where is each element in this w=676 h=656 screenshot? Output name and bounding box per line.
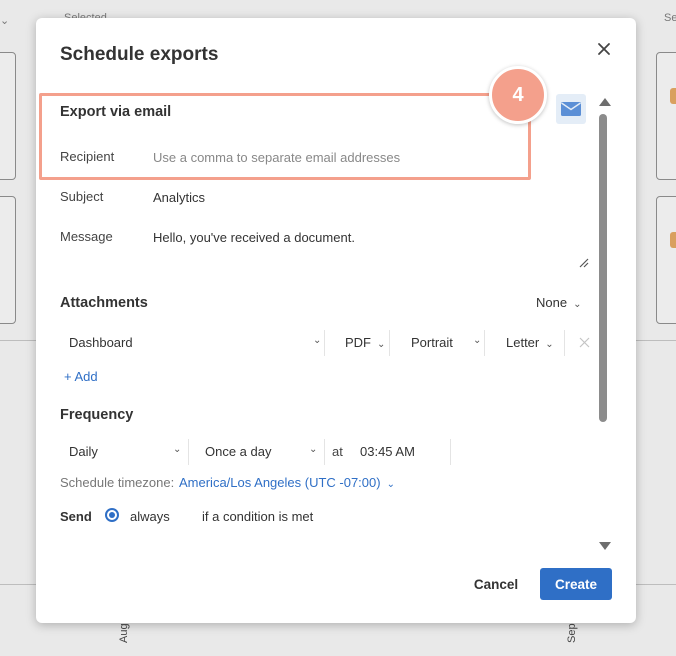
attachments-title: Attachments: [60, 295, 148, 311]
send-condition-option[interactable]: if a condition is met: [202, 509, 313, 524]
scroll-up-arrow[interactable]: [599, 98, 611, 106]
frequency-period-select[interactable]: Daily ⌄: [69, 444, 181, 459]
envelope-icon: [561, 102, 581, 116]
close-icon: [598, 43, 610, 55]
message-textarea[interactable]: Hello, you've received a document.: [153, 230, 355, 245]
attachment-type-select[interactable]: Dashboard ⌄: [69, 335, 322, 350]
radio-selected-dot: [109, 512, 115, 518]
bg-card: [656, 52, 676, 180]
divider: [389, 330, 390, 356]
chevron-down-icon: ⌄: [377, 339, 386, 350]
at-label: at: [332, 444, 343, 459]
scroll-down-arrow[interactable]: [599, 542, 611, 550]
timezone-value: America/Los Angeles (UTC -07:00): [179, 475, 381, 490]
cancel-button[interactable]: Cancel: [460, 568, 532, 600]
email-export-toggle[interactable]: [556, 94, 586, 124]
remove-attachment-icon[interactable]: [579, 337, 590, 348]
subject-label: Subject: [60, 189, 104, 204]
divider: [484, 330, 485, 356]
chevron-down-icon: ⌄: [313, 335, 322, 346]
attachments-none-label: None: [536, 295, 568, 310]
send-always-label[interactable]: always: [130, 509, 170, 524]
divider: [564, 330, 565, 356]
attachment-format-select[interactable]: PDF ⌄: [345, 335, 385, 350]
attachment-type-value: Dashboard: [69, 335, 133, 350]
add-attachment-link[interactable]: + Add: [64, 369, 98, 384]
close-button[interactable]: [595, 40, 613, 58]
timezone-dropdown[interactable]: America/Los Angeles (UTC -07:00) ⌄: [179, 475, 395, 490]
attachment-paper-select[interactable]: Letter ⌄: [506, 335, 554, 350]
frequency-repeat-select[interactable]: Once a day ⌄: [205, 444, 317, 459]
timezone-label: Schedule timezone:: [60, 475, 175, 490]
time-input[interactable]: 03:45 AM: [360, 444, 415, 459]
bg-card: [656, 196, 676, 324]
attachment-paper-value: Letter: [506, 335, 540, 350]
chevron-down-icon: ⌄: [573, 299, 582, 310]
divider: [324, 439, 325, 465]
send-label: Send: [60, 509, 92, 524]
create-button[interactable]: Create: [540, 568, 612, 600]
divider: [188, 439, 189, 465]
attachments-none-dropdown[interactable]: None ⌄: [536, 295, 581, 310]
step-highlight-frame: [39, 93, 531, 180]
bg-top-right-label: Se: [664, 12, 676, 24]
step-badge: 4: [489, 66, 547, 124]
scrollbar-thumb[interactable]: [599, 114, 607, 422]
frequency-title: Frequency: [60, 407, 134, 423]
attachment-orientation-value: Portrait: [411, 335, 453, 350]
frequency-repeat-value: Once a day: [205, 444, 272, 459]
message-label: Message: [60, 229, 113, 244]
chevron-down-icon: ⌄: [309, 444, 318, 455]
bg-chevron: ⌄: [0, 15, 10, 27]
send-always-radio[interactable]: [105, 508, 119, 522]
bg-marker: [670, 88, 676, 104]
resize-handle-icon[interactable]: [579, 258, 589, 268]
bg-card: [0, 52, 16, 180]
chevron-down-icon: ⌄: [545, 339, 554, 350]
frequency-period-value: Daily: [69, 444, 98, 459]
subject-input[interactable]: Analytics: [153, 190, 205, 205]
chevron-down-icon: ⌄: [386, 479, 395, 490]
divider: [450, 439, 451, 465]
schedule-exports-dialog: Schedule exports Export via email Recipi…: [36, 18, 636, 623]
chevron-down-icon: ⌄: [173, 444, 182, 455]
chevron-down-icon: ⌄: [473, 335, 482, 346]
bg-marker: [670, 232, 676, 248]
attachment-orientation-select[interactable]: Portrait ⌄: [411, 335, 481, 350]
bg-card: [0, 196, 16, 324]
bg-axis-label: Sep: [566, 623, 578, 643]
bg-axis-label: Aug: [118, 623, 130, 643]
dialog-title: Schedule exports: [60, 44, 219, 65]
attachment-format-value: PDF: [345, 335, 371, 350]
divider: [324, 330, 325, 356]
